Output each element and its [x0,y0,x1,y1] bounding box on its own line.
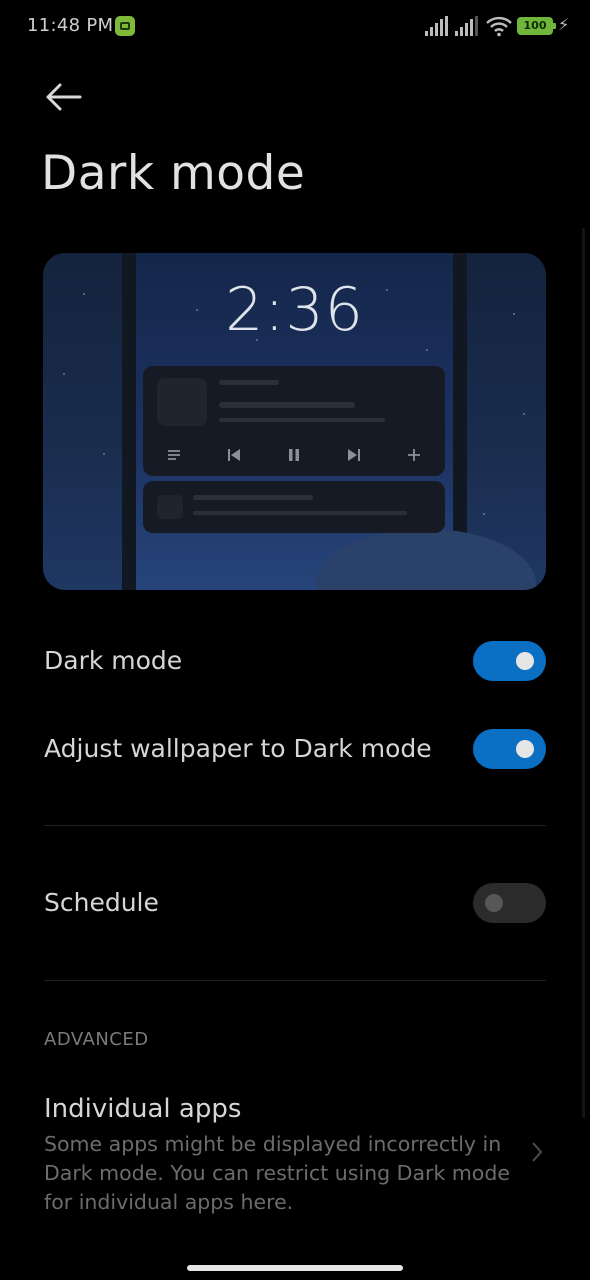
preview-clock: 2:36 [225,275,364,345]
next-icon [348,449,360,461]
individual-apps-description: Some apps might be displayed incorrectly… [44,1132,510,1214]
home-indicator[interactable] [187,1265,403,1271]
status-time: 11:48 PM [27,15,114,36]
charging-icon: ⚡ [558,15,570,34]
divider [44,825,546,826]
app-notification-icon [115,16,135,36]
schedule-label: Schedule [44,888,159,917]
status-bar: 11:48 PM 100 ⚡ [0,0,590,54]
dark-mode-toggle[interactable] [473,641,546,681]
advanced-section-header: ADVANCED [44,1029,149,1050]
dark-mode-preview: 2:36 [43,253,546,590]
playlist-icon [168,450,180,460]
previous-icon [228,449,240,461]
battery-icon: 100 [517,17,556,35]
page-title: Dark mode [41,146,306,201]
individual-apps-title: Individual apps [44,1094,242,1124]
preview-wallpaper-shape [316,529,536,590]
pause-icon [289,449,299,461]
back-arrow-icon[interactable] [42,80,86,114]
wifi-icon [486,16,512,37]
adjust-wallpaper-toggle[interactable] [473,729,546,769]
adjust-wallpaper-label: Adjust wallpaper to Dark mode [44,734,432,763]
divider [44,980,546,981]
dark-mode-label: Dark mode [44,646,183,675]
chevron-right-icon [532,1142,543,1162]
schedule-toggle[interactable] [473,883,546,923]
cell-signal-icon [425,16,451,36]
preview-second-card [143,481,445,533]
cell-signal-2-icon [455,16,481,36]
scrollbar[interactable] [582,228,585,1118]
add-icon [408,449,420,461]
